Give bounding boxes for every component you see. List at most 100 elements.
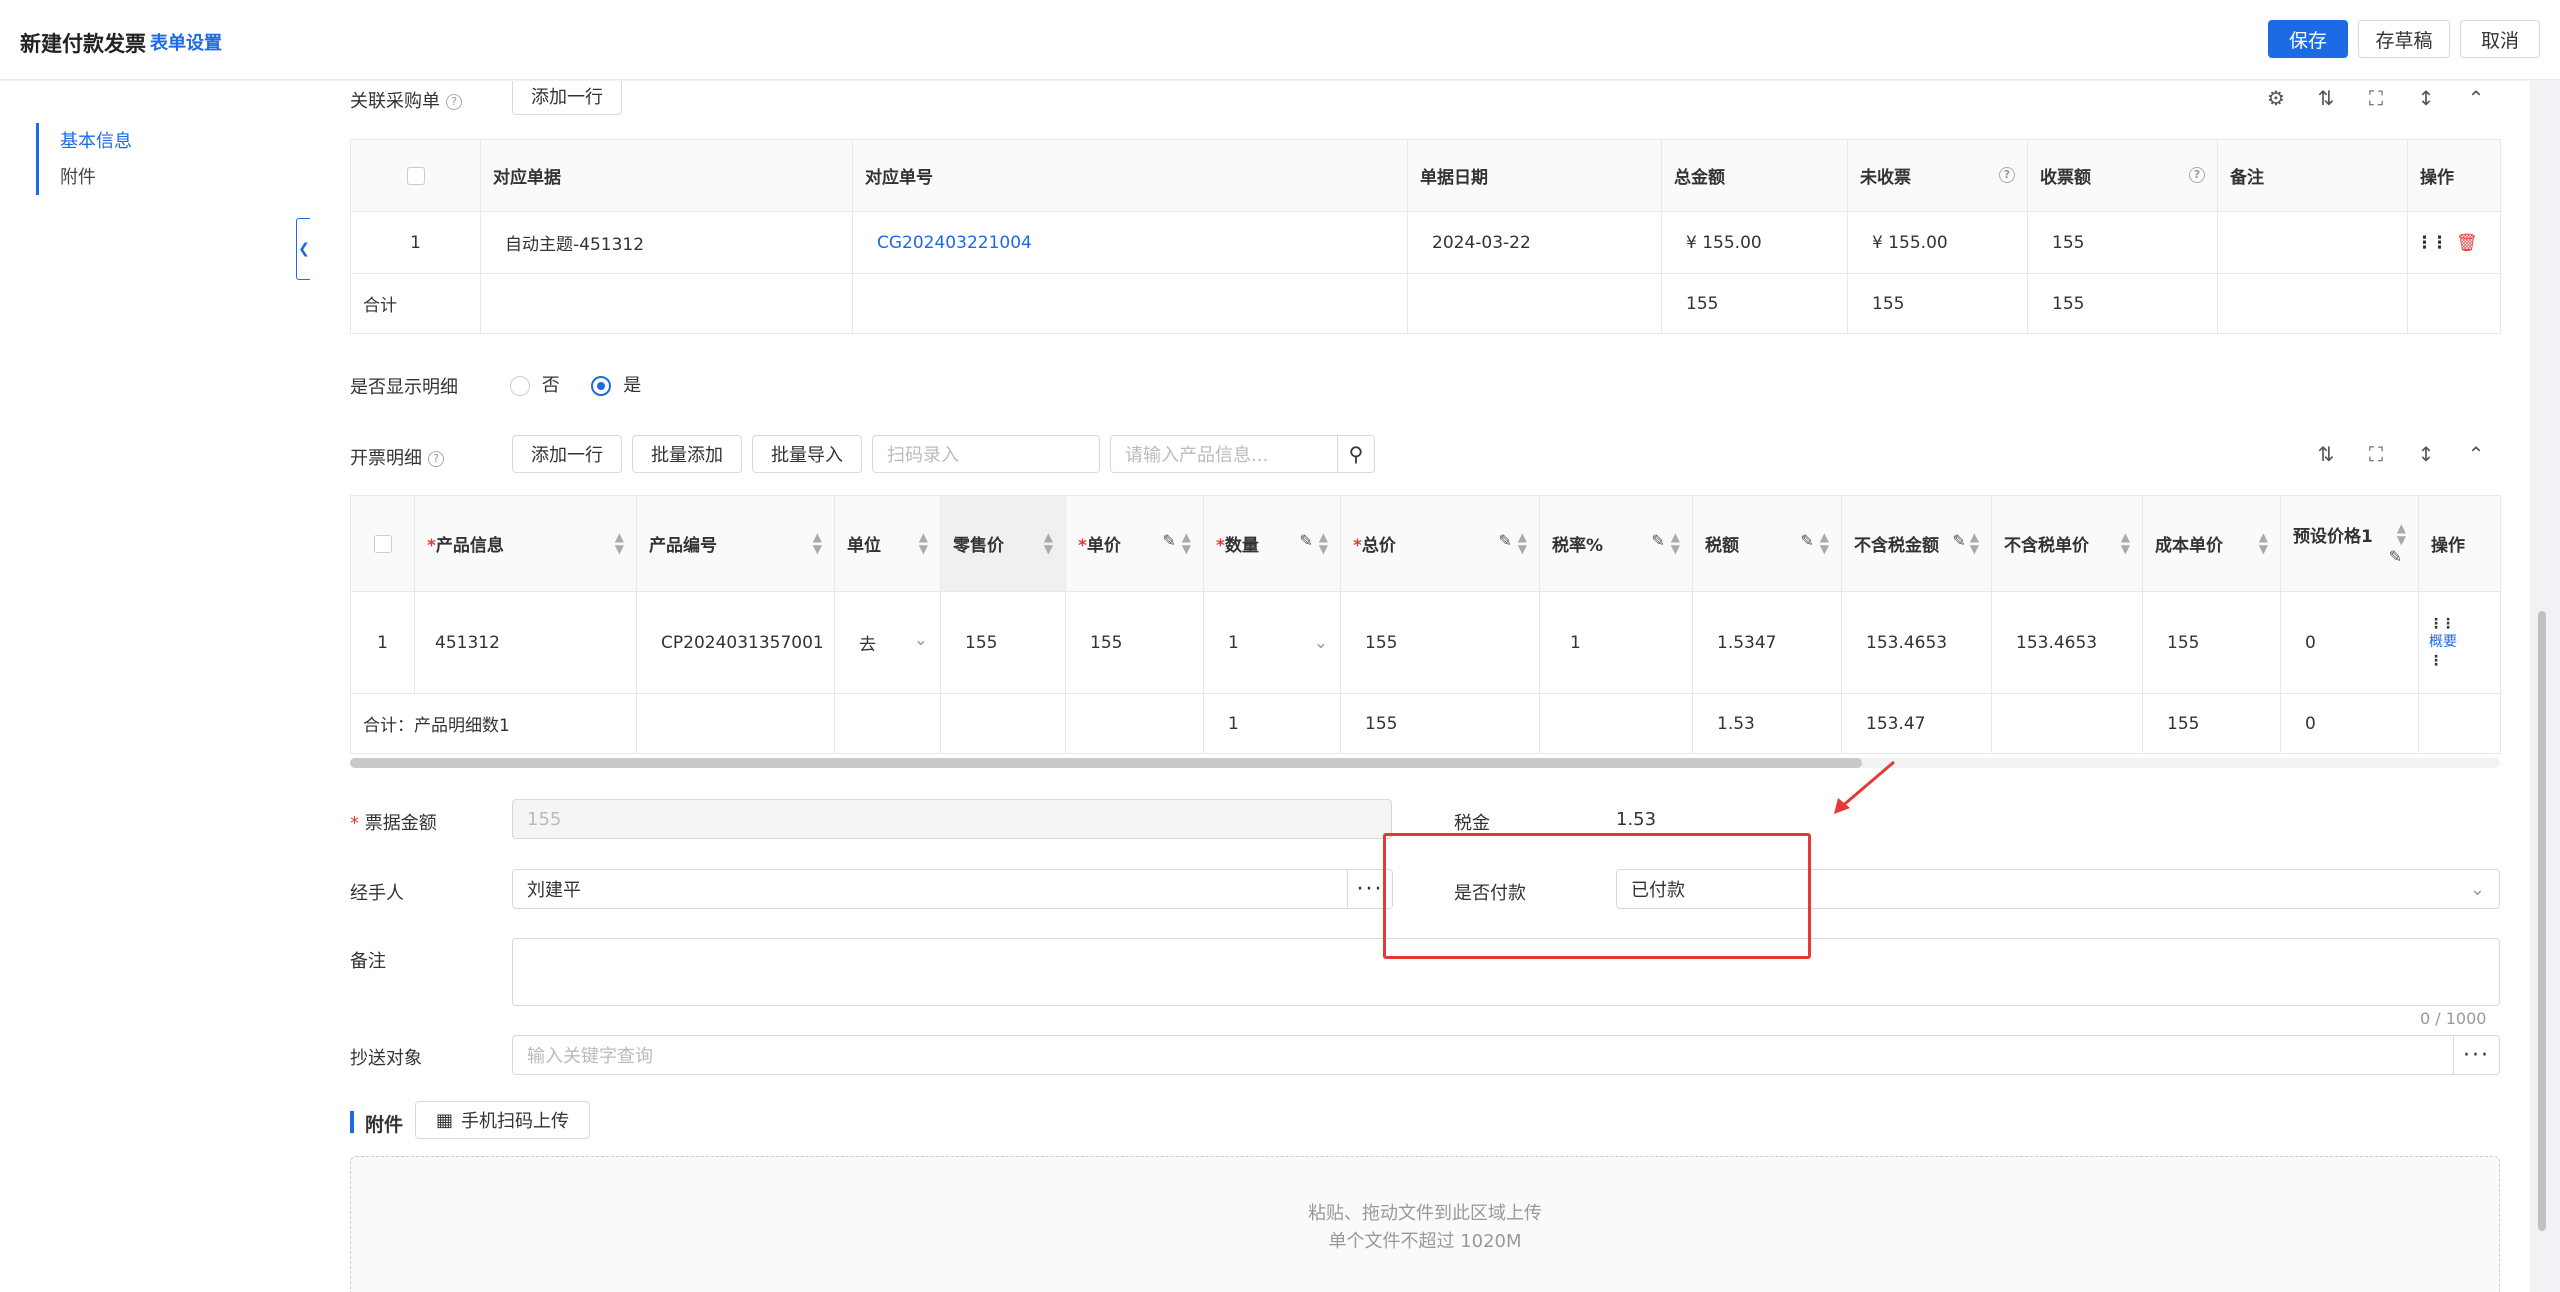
- sort-icon[interactable]: ▲ ▼: [813, 531, 822, 555]
- handler-input[interactable]: 刘建平: [512, 869, 1348, 909]
- product-search-input[interactable]: 请输入产品信息...: [1110, 435, 1338, 473]
- select-all-checkbox[interactable]: [350, 495, 415, 592]
- cell-retail[interactable]: 155: [940, 591, 1066, 694]
- question-circle-icon[interactable]: ?: [446, 94, 462, 110]
- sort-icon[interactable]: ▲ ▼: [919, 531, 928, 555]
- cc-picker-ellipsis-icon[interactable]: ···: [2453, 1035, 2500, 1075]
- pencil-icon[interactable]: ✎: [1800, 531, 1813, 550]
- row-height-icon[interactable]: ⇅: [2313, 85, 2339, 111]
- cancel-button[interactable]: 取消: [2460, 20, 2540, 58]
- pencil-icon[interactable]: ✎: [1299, 531, 1312, 550]
- table-sum-row: 合计 155 155 155: [350, 273, 2501, 334]
- batch-add-button[interactable]: 批量添加: [632, 435, 742, 473]
- cc-input-placeholder: 输入关键字查询: [527, 1046, 653, 1067]
- fullscreen-icon[interactable]: ⛶: [2363, 441, 2389, 467]
- cell-tax-rate[interactable]: 1: [1539, 591, 1693, 694]
- column-header-code: 产品编号 ▲ ▼: [636, 495, 835, 592]
- drag-grip-icon[interactable]: ⋮⋮: [2429, 615, 2500, 633]
- save-draft-button[interactable]: 存草稿: [2358, 20, 2450, 58]
- cell-qty-select[interactable]: 1 ⌄: [1203, 591, 1341, 694]
- drop-zone-text: 粘贴、拖动文件到此区域上传: [1308, 1203, 1542, 1224]
- column-header: 对应单据: [480, 139, 853, 212]
- select-all-checkbox[interactable]: [350, 139, 481, 212]
- sort-icon[interactable]: ▲ ▼: [1671, 531, 1680, 555]
- detail-add-row-button[interactable]: 添加一行: [512, 435, 622, 473]
- drag-grip-icon[interactable]: ⋮⋮: [2416, 233, 2448, 253]
- pencil-icon[interactable]: ✎: [1498, 531, 1511, 550]
- row-height-icon[interactable]: ⇅: [2313, 441, 2339, 467]
- sort-icon[interactable]: ▲ ▼: [1518, 531, 1527, 555]
- batch-import-button[interactable]: 批量导入: [752, 435, 862, 473]
- page-title: 新建付款发票: [20, 32, 146, 56]
- pencil-icon[interactable]: ✎: [1651, 531, 1664, 550]
- invoice-amount-input: 155: [512, 799, 1392, 839]
- cell-doc-no-link[interactable]: CG202403221004: [852, 211, 1408, 274]
- save-button[interactable]: 保存: [2268, 20, 2348, 58]
- sort-icon[interactable]: ▲ ▼: [1044, 531, 1053, 555]
- cell-tax[interactable]: 1.5347: [1692, 591, 1842, 694]
- show-detail-radio-group: 否 是: [510, 371, 641, 397]
- more-vertical-icon[interactable]: ⋮: [2429, 652, 2500, 670]
- sidebar-active-indicator: [36, 123, 39, 195]
- sort-icon[interactable]: ▲ ▼: [1820, 531, 1829, 555]
- summary-link[interactable]: 概要: [2429, 633, 2500, 651]
- radio-yes[interactable]: [591, 376, 612, 396]
- sum-label: 合计: [350, 273, 481, 334]
- cell-price[interactable]: 155: [1065, 591, 1204, 694]
- column-header-product: *产品信息 ▲ ▼: [414, 495, 637, 592]
- table-row: 1 451312 CP2024031357001 去 ⌄ 155 155 1 ⌄ 1…: [350, 591, 2501, 694]
- column-header-tax: 税额 ▲ ▼ ✎: [1692, 495, 1842, 592]
- sort-icon[interactable]: ▲ ▼: [2259, 531, 2268, 555]
- expand-vertical-icon[interactable]: ↕: [2413, 441, 2439, 467]
- sort-icon[interactable]: ▲ ▼: [2121, 531, 2130, 555]
- pencil-icon[interactable]: ✎: [1162, 531, 1175, 550]
- scrollbar-thumb[interactable]: [350, 758, 1862, 768]
- sort-icon[interactable]: ▲ ▼: [2397, 522, 2406, 546]
- settings-icon[interactable]: ⚙: [2263, 85, 2289, 111]
- question-circle-icon[interactable]: ?: [2189, 167, 2205, 183]
- cell-unit-select[interactable]: 去 ⌄: [834, 591, 941, 694]
- purchase-add-row-button[interactable]: 添加一行: [512, 81, 622, 115]
- question-circle-icon[interactable]: ?: [428, 451, 444, 467]
- cell-total[interactable]: 155: [1340, 591, 1540, 694]
- scan-input-placeholder: 扫码录入: [887, 445, 959, 466]
- sort-icon[interactable]: ▲ ▼: [1319, 531, 1328, 555]
- cell-preset1[interactable]: 0: [2280, 591, 2419, 694]
- page-vertical-scrollbar[interactable]: [2536, 81, 2548, 1292]
- cell-received[interactable]: 155: [2027, 211, 2218, 274]
- column-header-received: 收票额?: [2027, 139, 2218, 212]
- chevron-up-icon[interactable]: ⌃: [2463, 85, 2489, 111]
- mobile-upload-button[interactable]: ▦ 手机扫码上传: [415, 1101, 590, 1139]
- radio-no[interactable]: [510, 376, 530, 396]
- column-header-price: *单价 ▲ ▼ ✎: [1065, 495, 1204, 592]
- trash-icon[interactable]: 🗑: [2456, 233, 2478, 253]
- column-header-tax-rate: 税率% ▲ ▼ ✎: [1539, 495, 1693, 592]
- table-horizontal-scrollbar[interactable]: [350, 758, 2500, 768]
- sum-label: 合计：产品明细数1: [350, 693, 637, 754]
- column-header-cost: 成本单价 ▲ ▼: [2142, 495, 2281, 592]
- sidebar-item-attachment[interactable]: 附件: [60, 163, 96, 189]
- expand-vertical-icon[interactable]: ↕: [2413, 85, 2439, 111]
- cc-input[interactable]: 输入关键字查询: [512, 1035, 2454, 1075]
- file-drop-zone[interactable]: 粘贴、拖动文件到此区域上传 单个文件不超过 1020M: [350, 1156, 2500, 1292]
- purchase-table: 对应单据 对应单号 单据日期 总金额 未收票? 收票额? 备注 操作 1 自动主…: [350, 139, 2501, 334]
- sort-icon[interactable]: ▲ ▼: [1970, 531, 1979, 555]
- cell-ex-tax-amount[interactable]: 153.4653: [1841, 591, 1992, 694]
- search-icon[interactable]: ⚲: [1337, 435, 1375, 473]
- scrollbar-thumb[interactable]: [2538, 611, 2546, 1231]
- sort-icon[interactable]: ▲ ▼: [615, 531, 624, 555]
- sort-icon[interactable]: ▲ ▼: [1182, 531, 1191, 555]
- chevron-up-icon[interactable]: ⌃: [2463, 441, 2489, 467]
- cell-remark[interactable]: [2217, 211, 2408, 274]
- fullscreen-icon[interactable]: ⛶: [2363, 85, 2389, 111]
- form-settings-link[interactable]: 表单设置: [150, 29, 222, 55]
- row-index: 1: [350, 211, 481, 274]
- cc-label: 抄送对象: [350, 1048, 422, 1069]
- sum-qty: 1: [1203, 693, 1341, 754]
- scan-input[interactable]: 扫码录入: [872, 435, 1100, 473]
- sidebar-item-basic-info[interactable]: 基本信息: [60, 127, 132, 153]
- cell-product[interactable]: 451312: [414, 591, 637, 694]
- question-circle-icon[interactable]: ?: [1999, 167, 2015, 183]
- pencil-icon[interactable]: ✎: [1952, 531, 1965, 550]
- pencil-icon[interactable]: ✎: [2389, 547, 2402, 566]
